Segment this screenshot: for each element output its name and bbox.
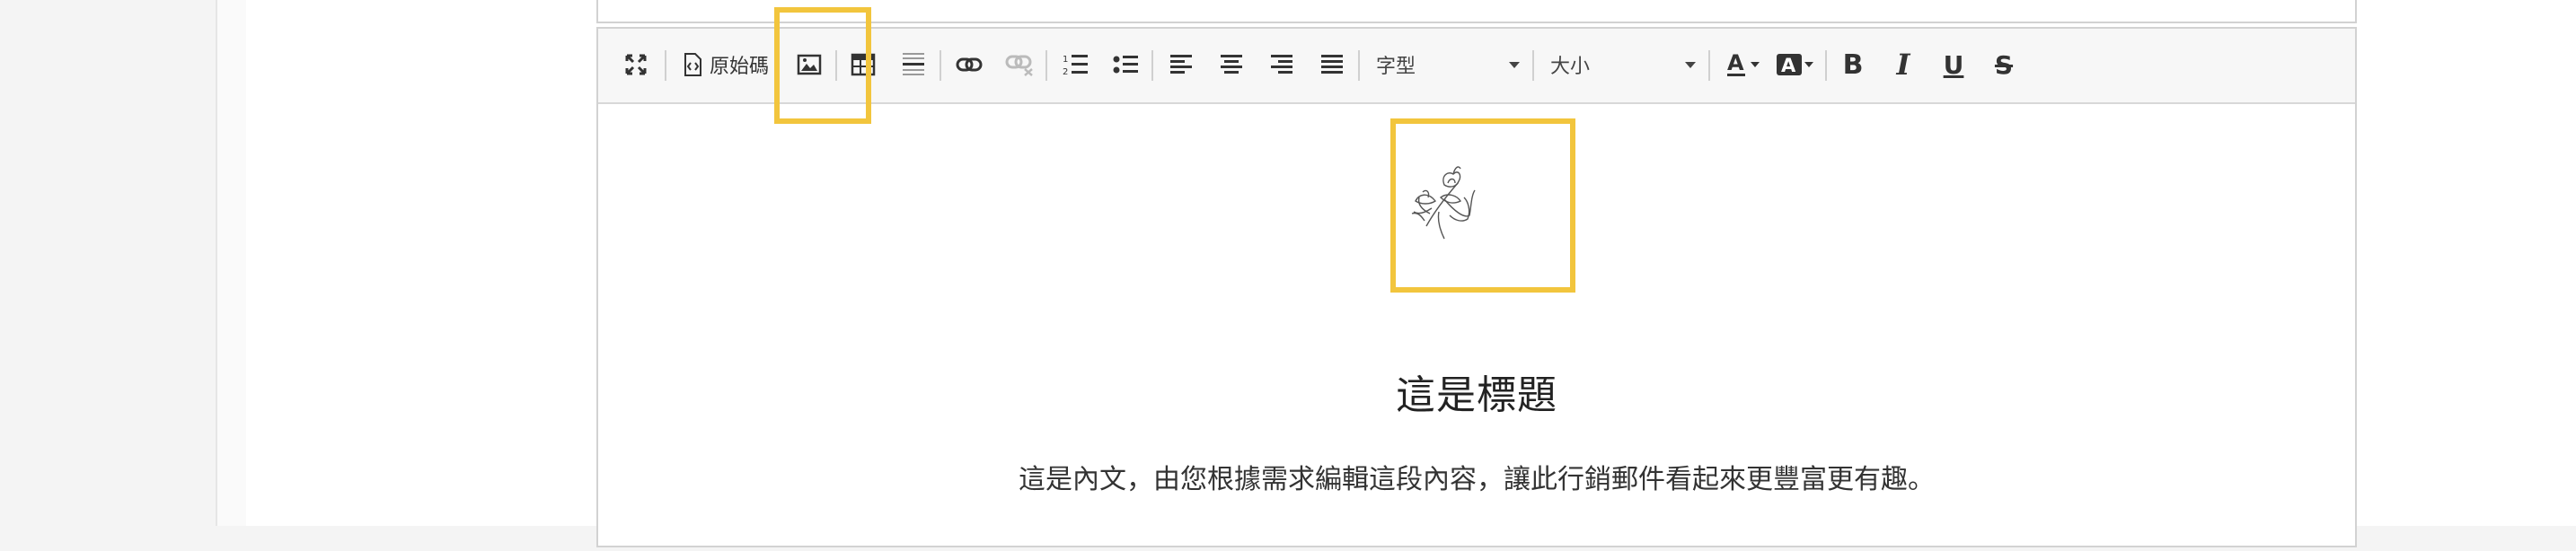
toolbar-separator bbox=[940, 50, 941, 81]
source-code-icon bbox=[684, 53, 701, 76]
chevron-down-icon bbox=[1751, 62, 1760, 67]
font-family-dropdown[interactable]: 字型 bbox=[1376, 47, 1520, 83]
bulleted-list-icon bbox=[1113, 56, 1138, 74]
bold-icon: B bbox=[1842, 48, 1864, 81]
bulleted-list-button[interactable] bbox=[1110, 45, 1141, 84]
underline-icon: U bbox=[1943, 49, 1964, 80]
align-right-icon bbox=[1271, 55, 1292, 74]
toolbar-separator bbox=[1045, 50, 1047, 81]
maximize-icon bbox=[625, 54, 647, 75]
svg-text:A: A bbox=[1727, 51, 1744, 75]
toolbar-separator bbox=[1708, 50, 1710, 81]
align-center-icon bbox=[1221, 55, 1242, 74]
image-button-highlight bbox=[774, 7, 871, 124]
unlink-button[interactable] bbox=[1004, 45, 1035, 84]
text-color-icon: A bbox=[1727, 51, 1745, 76]
svg-text:A: A bbox=[1781, 55, 1796, 76]
align-center-button[interactable] bbox=[1216, 45, 1247, 84]
image-highlight bbox=[1390, 118, 1575, 293]
horizontal-rule-icon bbox=[903, 53, 924, 75]
font-family-label: 字型 bbox=[1376, 56, 1416, 78]
italic-icon: I bbox=[1896, 48, 1910, 82]
strikethrough-icon: S bbox=[1994, 49, 2014, 80]
left-rail bbox=[216, 0, 250, 526]
align-left-button[interactable] bbox=[1166, 45, 1196, 84]
source-code-label: 原始碼 bbox=[710, 56, 770, 78]
font-size-label: 大小 bbox=[1550, 56, 1591, 78]
svg-text:1: 1 bbox=[1063, 55, 1068, 65]
source-code-button[interactable]: 原始碼 bbox=[683, 45, 772, 84]
horizontal-line-button[interactable] bbox=[898, 45, 929, 84]
chevron-down-icon bbox=[1685, 61, 1696, 68]
bold-button[interactable]: B bbox=[1838, 45, 1868, 84]
numbered-list-icon: 1 2 bbox=[1063, 55, 1088, 77]
link-icon bbox=[956, 57, 983, 72]
toolbar-separator bbox=[1358, 50, 1360, 81]
chevron-down-icon bbox=[1509, 61, 1520, 68]
align-left-icon bbox=[1170, 55, 1192, 74]
insert-link-button[interactable] bbox=[954, 45, 984, 84]
background-color-button[interactable]: A bbox=[1773, 45, 1816, 84]
toolbar-separator bbox=[1532, 50, 1534, 81]
justify-icon bbox=[1321, 55, 1343, 74]
svg-text:2: 2 bbox=[1063, 67, 1068, 77]
toolbar-separator bbox=[1825, 50, 1827, 81]
align-right-button[interactable] bbox=[1266, 45, 1297, 84]
background-color-icon: A bbox=[1777, 54, 1802, 76]
justify-button[interactable] bbox=[1317, 45, 1347, 84]
italic-button[interactable]: I bbox=[1888, 45, 1919, 84]
chevron-down-icon bbox=[1804, 62, 1813, 67]
text-color-button[interactable]: A bbox=[1723, 45, 1762, 84]
unlink-icon bbox=[1005, 55, 1033, 76]
font-size-dropdown[interactable]: 大小 bbox=[1550, 47, 1696, 83]
maximize-button[interactable] bbox=[622, 45, 650, 84]
toolbar-separator bbox=[665, 50, 666, 81]
strikethrough-button[interactable]: S bbox=[1989, 45, 2019, 84]
email-body-text: 這是內文，由您根據需求編輯這段內容，讓此行銷郵件看起來更豐富更有趣。 bbox=[1019, 464, 1935, 495]
toolbar-separator bbox=[1151, 50, 1153, 81]
underline-button[interactable]: U bbox=[1938, 45, 1969, 84]
numbered-list-button[interactable]: 1 2 bbox=[1060, 45, 1090, 84]
email-heading: 這是標題 bbox=[1396, 372, 1557, 418]
